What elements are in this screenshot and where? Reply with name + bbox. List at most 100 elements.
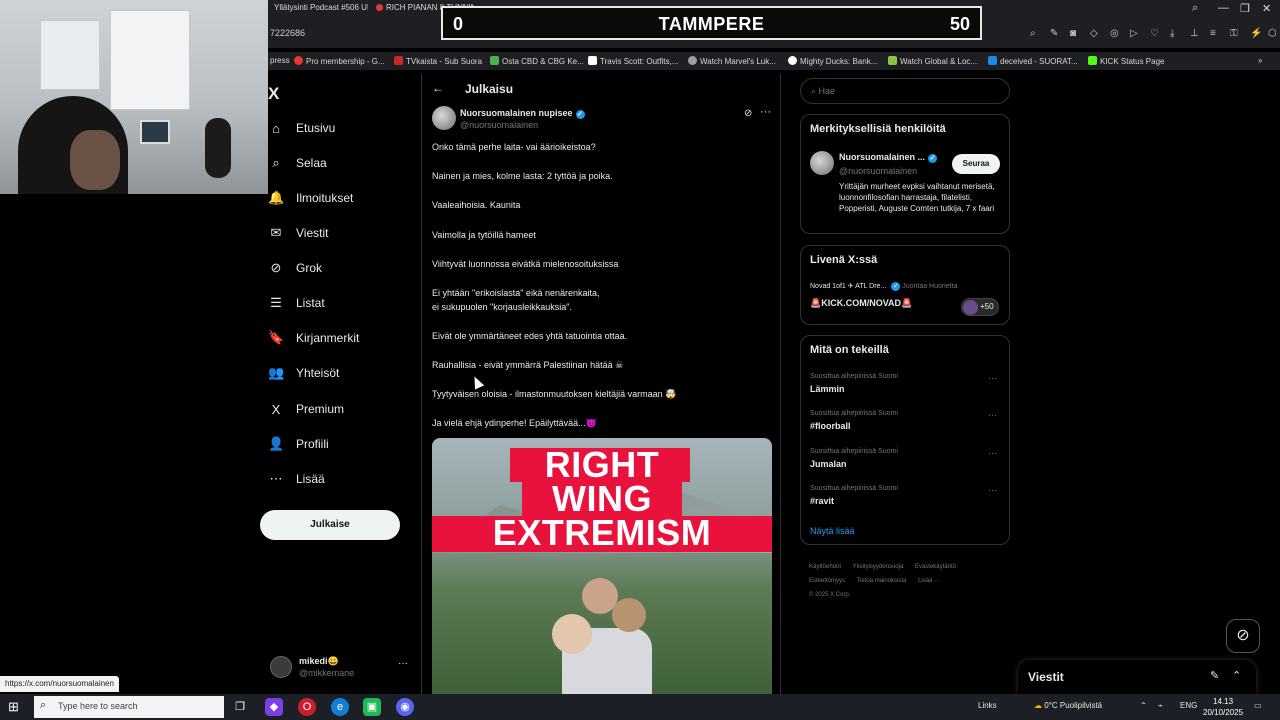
bookmark[interactable]: Travis Scott: Outfits,... — [588, 56, 678, 66]
x-logo-icon[interactable]: X — [268, 84, 279, 104]
avatar[interactable] — [432, 106, 456, 130]
post-image[interactable]: RIGHT WING EXTREMISM — [432, 438, 772, 694]
download-icon[interactable]: ⤓ — [1170, 28, 1174, 39]
messages-drawer[interactable]: Viestit ✎ ⌃ — [1018, 660, 1256, 694]
more-icon[interactable]: ··· — [988, 448, 997, 458]
footer-link[interactable]: Tietoa mainoksista — [857, 578, 907, 584]
restore-button[interactable]: ❐ — [1240, 2, 1250, 15]
windows-start-icon[interactable]: ⊞ — [8, 699, 19, 715]
show-more-link[interactable]: Näytä lisää — [810, 526, 855, 536]
nav-bookmarks[interactable]: 🔖 Kirjanmerkit — [268, 326, 359, 350]
suggested-name[interactable]: Nuorsuomalainen ... ✓ — [839, 152, 938, 163]
bookmark[interactable]: Mighty Ducks: Bank... — [788, 56, 877, 66]
account-handle: @mikkemane — [299, 668, 355, 678]
footer-link[interactable]: Esteettömyys — [809, 578, 845, 584]
suggested-handle[interactable]: @nuorsuomalainen — [839, 166, 917, 176]
browser-tab[interactable]: Yllätysinti Podcast #506 UF... — [270, 0, 368, 16]
links-toolbar[interactable]: Links — [978, 701, 997, 710]
task-view-icon[interactable]: ❐ — [231, 698, 249, 716]
search-icon: ⌕ — [272, 155, 280, 170]
heart-icon[interactable]: ♡ — [1150, 28, 1159, 39]
play-icon[interactable]: ▷ — [1130, 28, 1138, 39]
avatar[interactable] — [810, 151, 834, 175]
discord-icon[interactable]: ◉ — [396, 698, 414, 716]
app-icon[interactable]: ▣ — [363, 698, 381, 716]
webcam-overlay — [0, 0, 268, 194]
menu-icon[interactable]: ≡ — [1210, 28, 1216, 39]
live-card[interactable]: Livenä X:ssä Novad 1of1 ✈ ATL Dre... ✓ J… — [800, 245, 1010, 325]
grok-explain-icon[interactable]: ⊘ — [744, 108, 752, 119]
pin-icon[interactable]: ⊥ — [1190, 28, 1199, 39]
new-message-icon[interactable]: ✎ — [1210, 669, 1219, 682]
avatar — [270, 656, 292, 678]
lock-icon[interactable]: ⚿ — [1230, 28, 1238, 39]
tray-chevron-icon[interactable]: ⌃ — [1140, 701, 1147, 710]
extension-icon[interactable]: ◎ — [1110, 28, 1119, 39]
trend-topic[interactable]: #ravit — [810, 496, 834, 506]
more-icon[interactable]: ··· — [988, 410, 997, 420]
nav-premium[interactable]: X Premium — [268, 397, 344, 421]
bookmark[interactable]: deceived - SUORAT... — [988, 56, 1078, 66]
opera-icon[interactable]: O — [298, 698, 316, 716]
grok-icon[interactable]: ⊘ — [1226, 619, 1260, 653]
nav-profile[interactable]: 👤 Profiili — [268, 432, 329, 456]
bookmark[interactable]: Watch Global & Loc... — [888, 56, 977, 66]
trend-topic[interactable]: Lämmin — [810, 384, 845, 394]
bookmark[interactable]: TVkaista - Sub Suora — [394, 56, 482, 66]
cube-icon[interactable]: ⬡ — [1268, 28, 1277, 39]
footer-link[interactable]: Yksityisyydensuoja — [853, 564, 904, 570]
post-text-line: Ei yhtään "erikoislasta" eikä nenärenkai… — [432, 288, 600, 298]
taskbar-search-input[interactable]: ⌕ Type here to search — [34, 696, 224, 718]
nav-notifications[interactable]: 🔔 Ilmoitukset — [268, 186, 353, 210]
footer-link[interactable]: Käyttöehdot — [809, 564, 841, 570]
chevron-up-icon[interactable]: ⌃ — [1232, 669, 1241, 682]
edit-icon[interactable]: ✎ — [1050, 28, 1058, 39]
nav-explore[interactable]: ⌕ Selaa — [268, 151, 326, 175]
network-icon[interactable]: ⌁ — [1158, 701, 1163, 710]
close-window-button[interactable]: ✕ — [1262, 2, 1271, 15]
follow-button[interactable]: Seuraa — [952, 154, 1000, 174]
author-name[interactable]: Nuorsuomalainen nupisee ✓ — [460, 108, 585, 119]
nav-communities[interactable]: 👥 Yhteisöt — [268, 361, 339, 385]
more-icon[interactable]: ··· — [988, 485, 997, 495]
more-icon[interactable]: ··· — [760, 106, 771, 118]
trend-context: Suosittua aihepiirissä Suomi — [810, 410, 898, 417]
clock[interactable]: 14.13 20/10/2025 — [1203, 696, 1243, 718]
shield-icon[interactable]: ◇ — [1090, 28, 1098, 39]
trend-topic[interactable]: #floorball — [810, 421, 851, 431]
nav-home[interactable]: ⌂ Etusivu — [268, 116, 335, 140]
bookmark[interactable]: Pro membership - G... — [294, 56, 385, 66]
app-icon[interactable]: ◆ — [265, 698, 283, 716]
bookmark[interactable]: Watch Marvel's Luk... — [688, 56, 776, 66]
search-input[interactable]: ⌕ Hae — [800, 78, 1010, 104]
footer-link[interactable]: Lisää ··· — [918, 578, 940, 584]
vpn-icon[interactable]: ⚡ — [1250, 28, 1262, 39]
nav-messages[interactable]: ✉ Viestit — [268, 221, 329, 245]
bookmark[interactable]: press — [270, 56, 290, 65]
back-arrow-icon[interactable]: ← — [432, 81, 444, 95]
camera-icon[interactable]: ◙ — [1070, 28, 1076, 39]
bookmark[interactable]: Osta CBD & CBG Ke... — [490, 56, 584, 66]
address-bar-text[interactable]: 7222686 — [270, 28, 305, 38]
footer-link[interactable]: Evästekäytäntö — [915, 564, 956, 570]
search-tabs-icon[interactable]: ⌕ — [1192, 2, 1198, 15]
notifications-icon[interactable]: ▭ — [1254, 701, 1262, 710]
zoom-icon[interactable]: ⌕ — [1030, 28, 1036, 39]
trend-topic[interactable]: Jumalan — [810, 459, 847, 469]
nav-grok[interactable]: ⊘ Grok — [268, 256, 322, 280]
nav-lists[interactable]: ☰ Listat — [268, 291, 325, 315]
account-switcher[interactable]: mikedi😀 @mikkemane ··· — [268, 654, 413, 690]
author-handle[interactable]: @nuorsuomalainen — [460, 120, 538, 130]
more-icon[interactable]: ··· — [988, 373, 997, 383]
weather-widget[interactable]: ☁ 0°C Puolipilvistä — [1034, 701, 1102, 710]
edge-icon[interactable]: e — [331, 698, 349, 716]
post-button[interactable]: Julkaise — [260, 510, 400, 540]
more-icon[interactable]: ··· — [398, 658, 408, 669]
nav-more[interactable]: ⋯ Lisää — [268, 467, 325, 491]
post-author: Nuorsuomalainen nupisee ✓ @nuorsuomalaine… — [432, 106, 772, 134]
language-indicator[interactable]: ENG — [1180, 701, 1197, 710]
bookmarks-overflow-icon[interactable]: » — [1258, 56, 1262, 65]
bookmark[interactable]: KICK Status Page — [1088, 56, 1164, 66]
card-heading: Mitä on tekeillä — [810, 344, 889, 356]
minimize-button[interactable]: — — [1218, 2, 1229, 14]
